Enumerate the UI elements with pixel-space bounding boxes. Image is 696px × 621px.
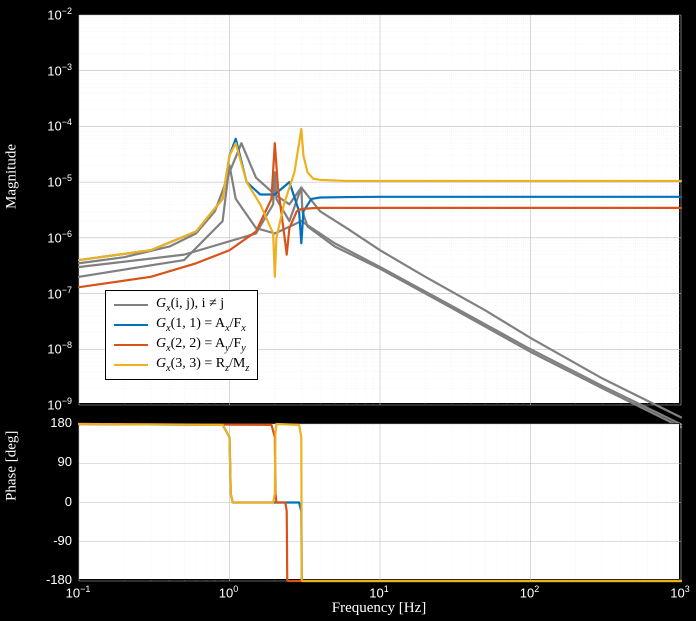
legend-label-offdiag: Gx(i, j), i ≠ j: [156, 296, 224, 314]
xtick: 10−1: [66, 584, 91, 600]
legend-swatch-yellow: [114, 364, 148, 366]
ytick-mag: 10−7: [47, 285, 72, 301]
phase-plot-svg: [79, 424, 681, 581]
legend-row-g33: Gx(3, 3) = Rz/Mz: [114, 355, 249, 375]
xtick: 101: [369, 584, 388, 600]
xtick: 103: [670, 584, 689, 600]
ytick-mag: 10−4: [47, 117, 72, 133]
legend-swatch-orange: [114, 344, 148, 346]
legend-swatch-gray: [114, 304, 148, 306]
legend-label-g22: Gx(2, 2) = Ay/Fy: [156, 336, 246, 354]
legend-label-g11: Gx(1, 1) = Ax/Fx: [156, 316, 246, 334]
legend-row-g22: Gx(2, 2) = Ay/Fy: [114, 335, 249, 355]
legend: Gx(i, j), i ≠ j Gx(1, 1) = Ax/Fx Gx(2, 2…: [105, 290, 258, 380]
phase-panel: [78, 423, 680, 580]
xlabel-frequency: Frequency [Hz]: [332, 600, 427, 617]
ytick-mag: 10−6: [47, 229, 72, 245]
xtick: 100: [219, 584, 238, 600]
ytick-mag: 10−9: [47, 396, 72, 412]
ylabel-phase: Phase [deg]: [4, 431, 21, 501]
ytick-mag: 10−3: [47, 62, 72, 78]
bode-figure: Magnitude Phase [deg] Frequency [Hz] 10−…: [0, 0, 696, 621]
legend-row-g11: Gx(1, 1) = Ax/Fx: [114, 315, 249, 335]
ytick-phase: -90: [53, 533, 72, 548]
ylabel-magnitude: Magnitude: [4, 144, 21, 209]
ytick-phase: 90: [58, 454, 72, 469]
ytick-mag: 10−8: [47, 340, 72, 356]
ytick-mag: 10−5: [47, 173, 72, 189]
legend-swatch-blue: [114, 324, 148, 326]
xtick: 102: [520, 584, 539, 600]
ytick-mag: 10−2: [47, 6, 72, 22]
ph-grid: [79, 424, 681, 581]
legend-label-g33: Gx(3, 3) = Rz/Mz: [156, 356, 249, 374]
ytick-phase: 180: [50, 415, 72, 430]
ytick-phase: 0: [65, 494, 72, 509]
legend-row-offdiag: Gx(i, j), i ≠ j: [114, 295, 249, 315]
